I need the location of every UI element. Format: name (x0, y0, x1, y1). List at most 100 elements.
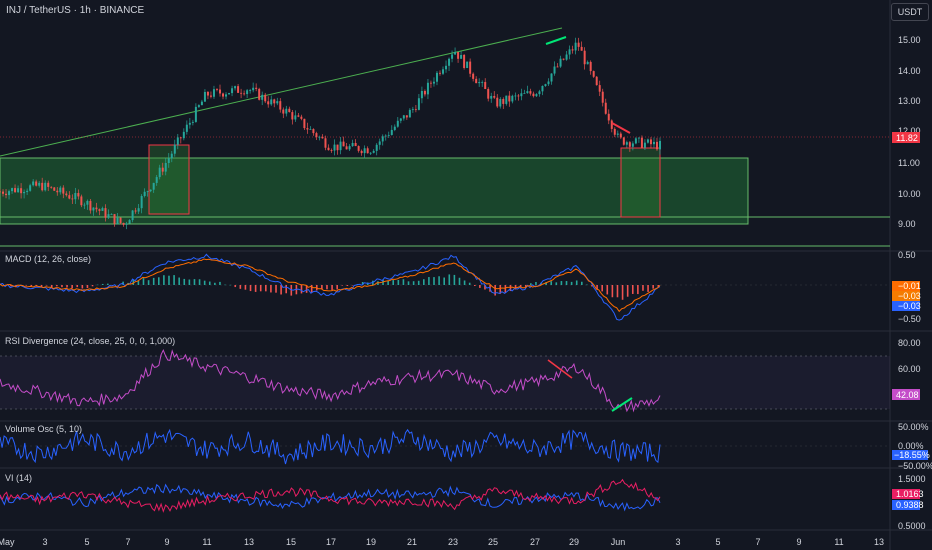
candle-body (324, 138, 327, 148)
macd-bar (443, 277, 445, 285)
candle-body (330, 150, 333, 151)
candle-body (225, 94, 228, 97)
candle-body (351, 142, 354, 147)
vol-osc-label[interactable]: Volume Osc (5, 10) (5, 424, 82, 434)
time-tick: 19 (366, 537, 376, 547)
macd-bar (616, 285, 619, 298)
candle-body (2, 191, 5, 194)
candle-body (475, 78, 478, 84)
candle-body (396, 120, 399, 127)
macd-tick: −0.50 (898, 314, 921, 324)
candle-body (173, 144, 176, 154)
chart-canvas[interactable]: 15.00 14.00 13.00 12.00 11.00 10.00 9.00… (0, 0, 932, 550)
candle-body (252, 87, 255, 91)
macd-bar (438, 276, 440, 285)
macd-bar (229, 284, 231, 286)
macd-bar (219, 281, 221, 285)
candle-body (188, 122, 191, 125)
candle-body (354, 142, 357, 147)
time-tick: 25 (488, 537, 498, 547)
candle-body (432, 81, 435, 84)
candle-body (110, 214, 113, 215)
candle-body (562, 58, 565, 60)
candle-body (234, 86, 237, 89)
price-tick: 9.00 (898, 219, 916, 229)
time-tick: 13 (244, 537, 254, 547)
candle-body (309, 129, 312, 130)
candle-body (125, 223, 128, 225)
macd-badge-text: −0.01 (898, 281, 921, 291)
time-tick: 11 (834, 537, 843, 547)
rsi-pane[interactable] (0, 348, 890, 413)
candle-body (212, 89, 215, 97)
candle-body (288, 108, 291, 113)
candle-body (649, 139, 652, 145)
vi-axis[interactable]: 1.5000 0.5000 1.0163 0.9388 (892, 474, 926, 531)
macd-bar (188, 279, 191, 285)
candle-body (270, 99, 273, 105)
macd-bar (550, 281, 553, 285)
candle-body (523, 93, 526, 94)
macd-bar (96, 284, 99, 286)
candle-body (300, 116, 303, 119)
macd-label[interactable]: MACD (12, 26, close) (5, 254, 91, 264)
time-tick: 21 (407, 537, 417, 547)
time-tick: 3 (42, 537, 47, 547)
currency-button[interactable]: USDT (891, 3, 929, 21)
rsi-tick: 80.00 (898, 338, 921, 348)
candle-body (586, 61, 589, 65)
macd-bar (81, 285, 84, 289)
candle-body (62, 187, 65, 194)
candle-body (119, 217, 122, 223)
candle-body (592, 71, 595, 77)
candle-body (246, 90, 249, 95)
candle-body (113, 214, 116, 224)
candle-body (378, 141, 381, 145)
macd-bar (147, 280, 150, 285)
macd-bar (637, 285, 639, 295)
candle-body (526, 91, 529, 94)
candle-body (249, 90, 252, 91)
candle-body (514, 95, 517, 97)
candle-body (215, 89, 218, 90)
candle-body (131, 210, 134, 221)
candle-body (95, 207, 98, 210)
macd-bar (249, 285, 252, 292)
macd-bar (581, 281, 583, 285)
macd-bar (326, 285, 328, 290)
candle-body (282, 109, 285, 114)
candle-body (107, 214, 110, 218)
time-tick: 23 (448, 537, 458, 547)
candle-body (194, 106, 197, 122)
macd-bar (142, 278, 145, 285)
candle-body (0, 191, 1, 193)
candle-body (372, 150, 375, 153)
candle-body (402, 115, 405, 119)
candle-body (538, 91, 541, 95)
macd-bar (463, 280, 466, 285)
candle-body (29, 185, 32, 191)
macd-bar (535, 281, 537, 285)
macd-bar (254, 285, 257, 292)
symbol-title[interactable]: INJ / TetherUS · 1h · BINANCE (6, 5, 144, 16)
candle-body (659, 140, 661, 150)
vi-label[interactable]: VI (14) (5, 473, 32, 483)
macd-bar (61, 285, 63, 288)
candle-body (637, 137, 640, 139)
candle-body (206, 91, 209, 96)
macd-bar (25, 285, 28, 286)
candle-body (589, 61, 592, 72)
candle-body (336, 144, 339, 151)
rsi-label[interactable]: RSI Divergence (24, close, 25, 0, 0, 1,0… (5, 336, 175, 346)
macd-bar (468, 282, 471, 285)
highlight-box-right[interactable] (620, 147, 661, 218)
candle-body (631, 143, 634, 147)
macd-bar (203, 280, 206, 285)
candle-body (565, 54, 568, 60)
candle-body (520, 93, 523, 97)
candle-body (387, 134, 390, 136)
macd-bar (642, 285, 644, 291)
time-tick: 11 (202, 537, 211, 547)
macd-bar (270, 285, 272, 293)
macd-bar (402, 279, 405, 285)
